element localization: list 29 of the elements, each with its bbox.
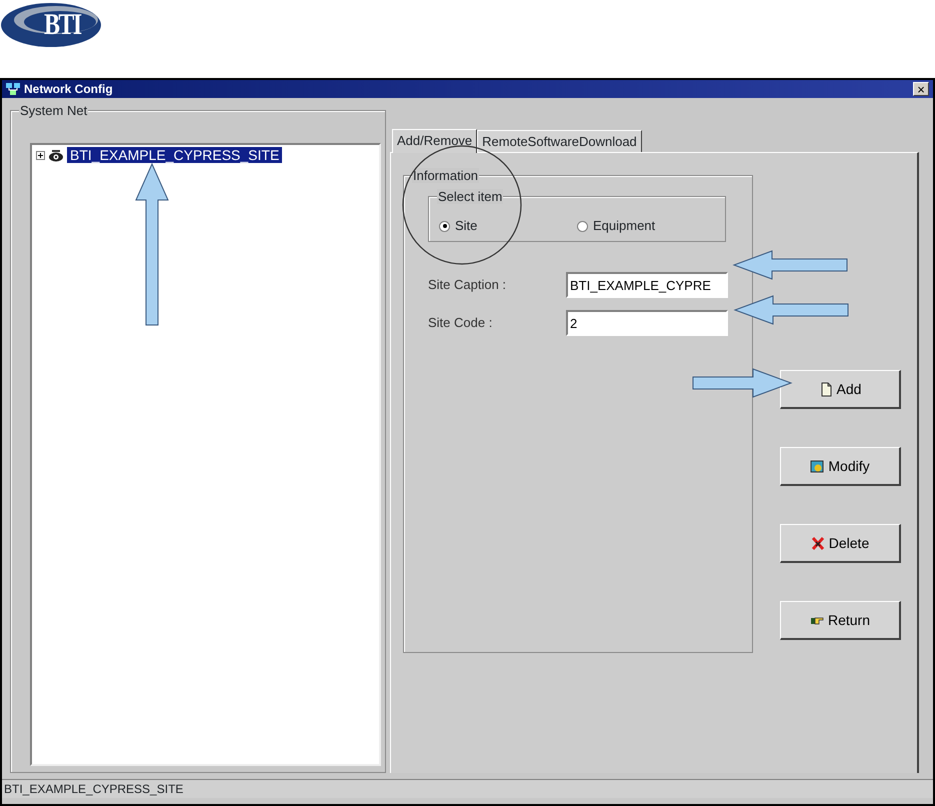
close-button[interactable]: ×	[913, 82, 929, 96]
group-label: System Net	[19, 103, 88, 118]
add-button[interactable]: Add	[780, 370, 901, 409]
tab[interactable]: Add/Remove	[392, 129, 478, 153]
radio-button[interactable]	[439, 220, 450, 232]
field-label: Site Caption :	[428, 276, 508, 294]
expand-icon[interactable]	[36, 150, 45, 160]
network-icon	[6, 82, 20, 96]
radio-button[interactable]	[577, 220, 588, 232]
window-title: Network Config	[24, 81, 113, 98]
tree-view[interactable]: BTI_EXAMPLE_CYPRESS_SITE	[30, 143, 381, 766]
tab[interactable]: RemoteSoftwareDownload	[477, 130, 642, 152]
delete-icon	[810, 536, 825, 550]
input-field[interactable]: 2	[566, 310, 728, 336]
delete-button[interactable]: Delete	[780, 524, 901, 563]
radio-label: Equipment	[593, 217, 656, 236]
group-label: Select item	[437, 189, 504, 204]
group-label: Information	[412, 168, 480, 183]
return-button[interactable]: Return	[780, 601, 901, 640]
edit-icon	[810, 458, 824, 474]
logo: BTI	[0, 0, 102, 50]
radio-label: Site	[455, 217, 478, 236]
field-label: Site Code :	[428, 314, 494, 332]
document-icon	[818, 382, 833, 396]
tree-item[interactable]: BTI_EXAMPLE_CYPRESS_SITE	[67, 147, 282, 163]
modify-button[interactable]: Modify	[780, 447, 901, 486]
input-field[interactable]: BTI_EXAMPLE_CYPRE	[566, 272, 728, 298]
eye-icon	[48, 148, 64, 162]
status-bar: BTI_EXAMPLE_CYPRESS_SITE	[2, 779, 933, 798]
